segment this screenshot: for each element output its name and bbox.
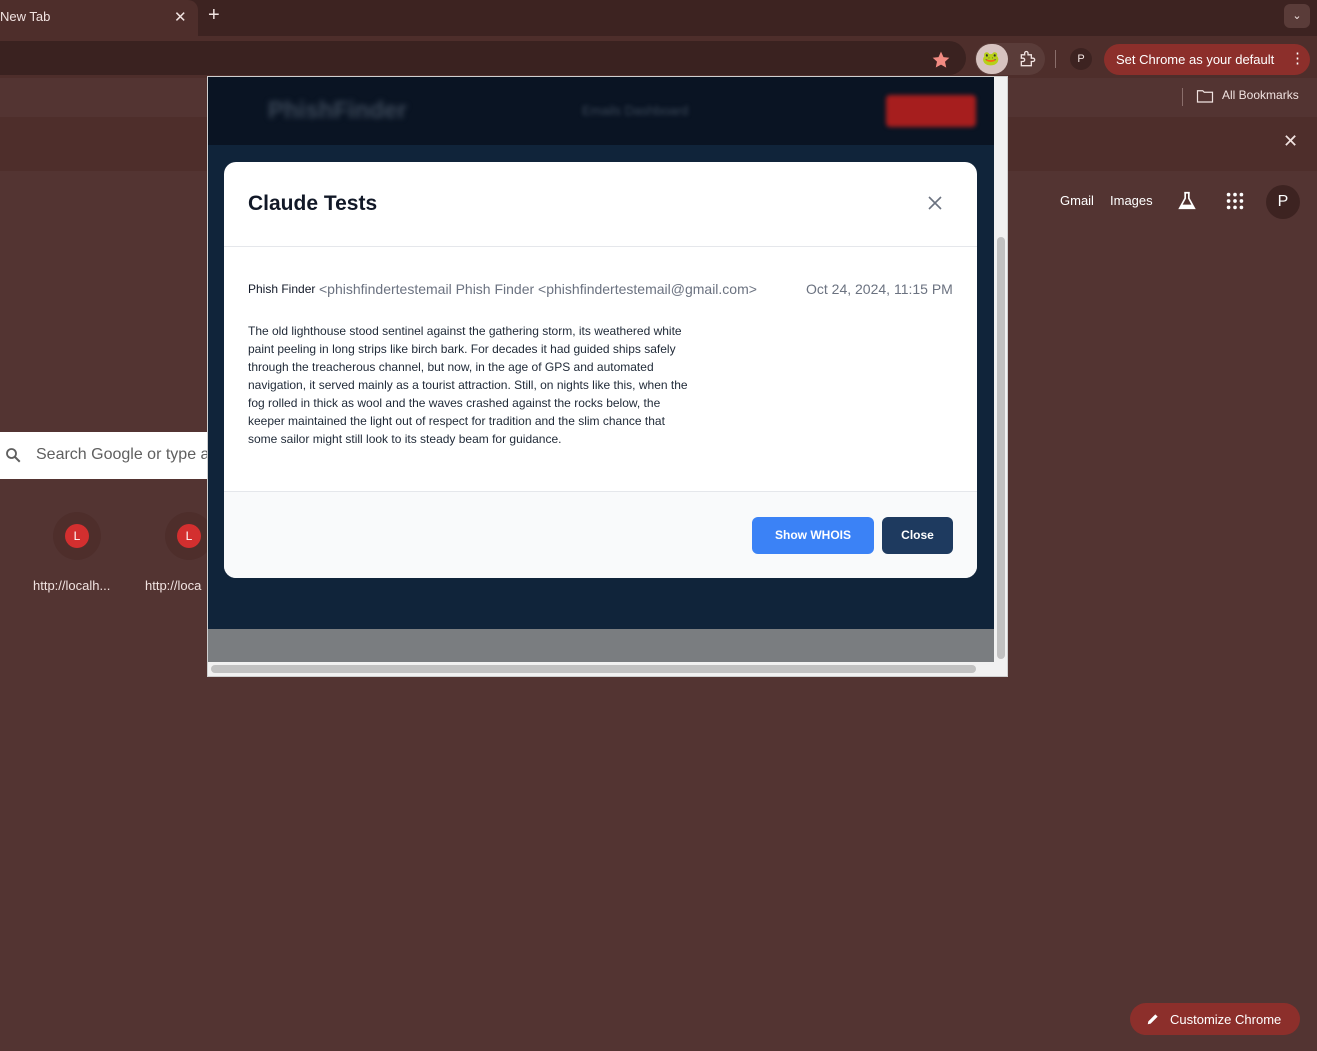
new-tab-button[interactable]: + — [208, 4, 220, 27]
shortcut-label[interactable]: http://loca — [145, 578, 201, 593]
modal-footer: Show WHOIS Close — [224, 491, 977, 578]
modal-title: Claude Tests — [248, 192, 378, 215]
email-date: Oct 24, 2024, 11:15 PM — [806, 281, 953, 297]
search-icon — [6, 448, 21, 463]
address-bar[interactable] — [0, 41, 966, 75]
search-placeholder: Search Google or type a — [36, 446, 210, 463]
customize-chrome-button[interactable]: Customize Chrome — [1130, 1003, 1300, 1035]
horizontal-scroll-thumb[interactable] — [211, 665, 976, 673]
info-bar-close-icon[interactable]: ✕ — [1283, 131, 1298, 152]
bookmark-star-icon[interactable] — [931, 50, 951, 70]
horizontal-scrollbar[interactable] — [208, 662, 1007, 676]
tab-title: New Tab — [0, 9, 51, 24]
phishfinder-extension-icon: 🐸 — [982, 50, 1000, 66]
shortcut-tile[interactable]: L — [53, 512, 101, 560]
modal-divider — [224, 246, 977, 247]
close-button[interactable]: Close — [882, 517, 953, 554]
shortcut-label[interactable]: http://localh... — [33, 578, 110, 593]
phishfinder-nav: Emails Dashboard — [582, 103, 689, 118]
tab-search-button[interactable]: ⌄ — [1284, 4, 1310, 28]
toolbar-divider — [1055, 50, 1056, 68]
bookmarks-divider — [1182, 88, 1183, 106]
set-default-label: Set Chrome as your default — [1116, 52, 1275, 67]
email-body: The old lighthouse stood sentinel agains… — [248, 324, 688, 446]
tab-new-tab[interactable]: New Tab ✕ — [0, 0, 198, 36]
folder-icon — [1196, 90, 1214, 103]
logout-button — [886, 95, 976, 127]
tab-strip: New Tab ✕ + ⌄ — [0, 0, 1317, 36]
gmail-link[interactable]: Gmail — [1060, 193, 1094, 208]
vertical-scrollbar[interactable] — [994, 77, 1007, 662]
puzzle-icon[interactable] — [1018, 49, 1038, 69]
more-icon[interactable]: ⋮ — [1290, 49, 1305, 67]
shortcut-favicon: L — [65, 524, 89, 548]
shortcut-favicon: L — [177, 524, 201, 548]
images-link[interactable]: Images — [1110, 193, 1153, 208]
google-account-avatar[interactable]: P — [1266, 185, 1300, 219]
show-whois-button[interactable]: Show WHOIS — [752, 517, 874, 554]
google-search-box[interactable]: Search Google or type a — [0, 432, 240, 479]
phishfinder-logo: PhishFinder — [268, 97, 407, 124]
close-icon[interactable] — [926, 194, 944, 212]
all-bookmarks-link[interactable]: All Bookmarks — [1222, 88, 1299, 102]
set-default-button[interactable]: Set Chrome as your default ⋮ — [1104, 44, 1310, 75]
labs-flask-icon[interactable] — [1176, 190, 1198, 212]
phishfinder-header: PhishFinder Emails Dashboard — [208, 77, 994, 145]
tab-close-icon[interactable]: ✕ — [174, 8, 187, 26]
apps-grid-icon[interactable] — [1224, 190, 1246, 212]
shortcut-tile[interactable]: L — [165, 512, 213, 560]
profile-avatar[interactable]: P — [1070, 48, 1092, 70]
sender-email: <phishfindertestemail Phish Finder <phis… — [319, 281, 757, 297]
email-detail-modal: Claude Tests Phish Finder <phishfinderte… — [224, 162, 977, 578]
vertical-scroll-thumb[interactable] — [997, 237, 1005, 659]
popup-bottom-backdrop — [208, 629, 994, 662]
customize-chrome-label: Customize Chrome — [1170, 1012, 1282, 1027]
pencil-icon — [1147, 1014, 1158, 1025]
sender-name: Phish Finder — [248, 282, 316, 296]
